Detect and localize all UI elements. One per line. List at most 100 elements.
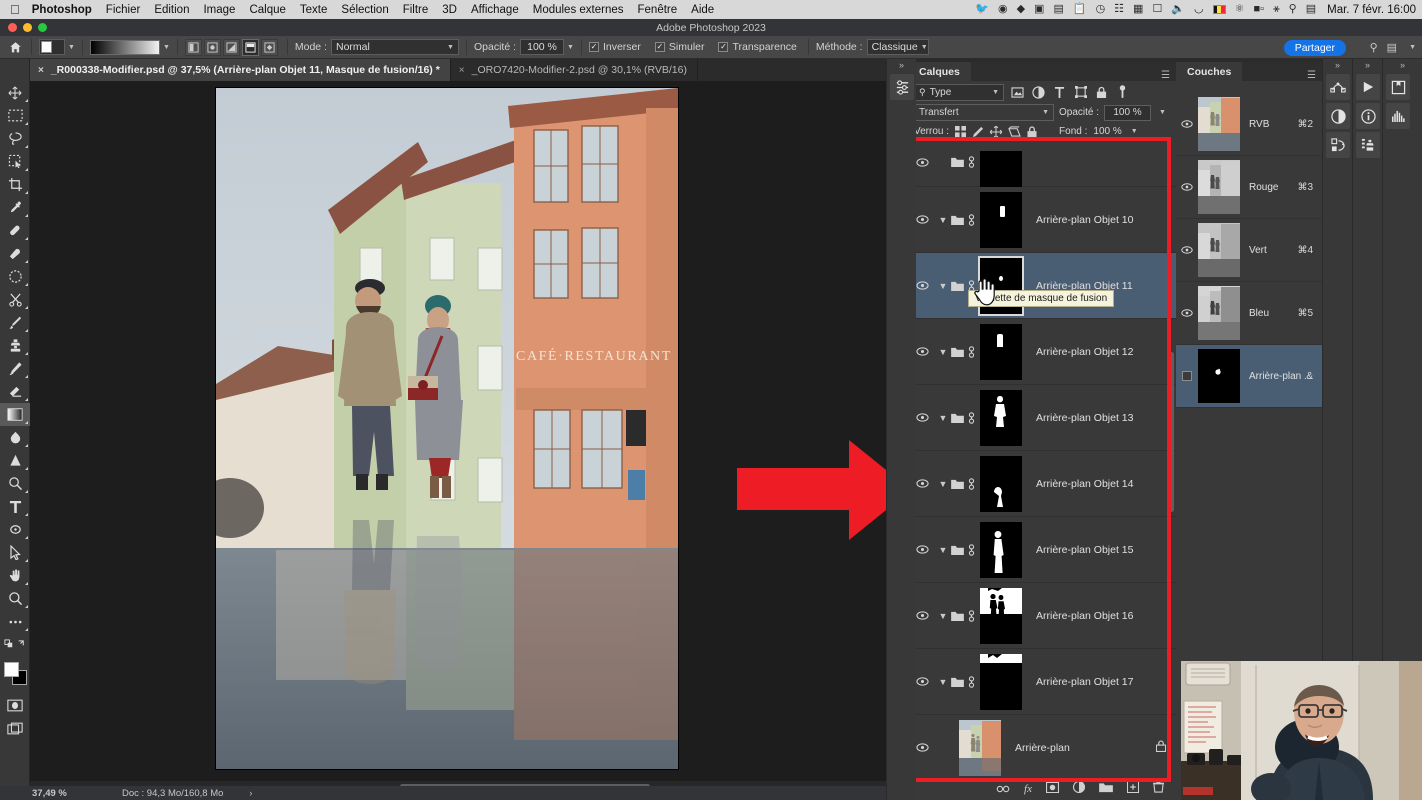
channel-thumbnail[interactable]	[1198, 286, 1240, 340]
lock-position-icon[interactable]	[990, 125, 1003, 138]
lock-icon[interactable]	[1155, 739, 1167, 757]
channel-row-rvb[interactable]: RVB ⌘2	[1176, 93, 1322, 156]
screen-mode-icon[interactable]	[0, 717, 30, 740]
chevron-down-icon[interactable]: ▼	[936, 479, 950, 489]
chevron-down-icon[interactable]: ▼	[1159, 109, 1166, 116]
maximize-window-button[interactable]	[38, 23, 47, 32]
simuler-checkbox[interactable]: ✓	[654, 42, 665, 52]
collapse-chevrons-icon[interactable]: »	[887, 59, 916, 71]
menu-modules-externes[interactable]: Modules externes	[533, 4, 624, 16]
move-tool[interactable]	[0, 81, 30, 104]
collapse-chevrons-icon[interactable]: »	[1383, 59, 1422, 71]
menu-selection[interactable]: Sélection	[341, 4, 388, 16]
inverser-checkbox[interactable]: ✓	[588, 42, 599, 52]
clone-source-tool[interactable]	[0, 265, 30, 288]
link-icon[interactable]	[965, 675, 978, 688]
layer-fill-input[interactable]: 100 %	[1093, 126, 1121, 137]
channel-row-rouge[interactable]: Rouge ⌘3	[1176, 156, 1322, 219]
layer-mask-thumbnail[interactable]	[980, 151, 1022, 187]
table-row-selected[interactable]: ▼ Arrière-plan Objet 11	[908, 253, 1176, 319]
belgium-flag-icon[interactable]	[1212, 5, 1226, 14]
lasso-tool[interactable]	[0, 127, 30, 150]
menubar-clock[interactable]: Mar. 7 févr. 16:00	[1327, 4, 1416, 16]
lock-transparent-pixels-icon[interactable]	[955, 126, 967, 137]
link-icon[interactable]	[965, 151, 978, 187]
filter-type-select[interactable]: ⚲ Type ▼	[914, 83, 1004, 101]
gradient-tool[interactable]	[0, 403, 30, 426]
menu-calque[interactable]: Calque	[249, 4, 285, 16]
close-icon[interactable]: ×	[38, 65, 44, 76]
menu-fichier[interactable]: Fichier	[106, 4, 141, 16]
layer-name[interactable]: Arrière-plan Objet 16	[1036, 610, 1133, 622]
chevron-down-icon[interactable]: ▼	[936, 545, 950, 555]
bluetooth-icon[interactable]: ⚛	[1235, 4, 1245, 15]
table-row[interactable]: ▼ Arrière-plan Objet 13	[908, 385, 1176, 451]
eraser-tool[interactable]	[0, 380, 30, 403]
home-icon[interactable]	[6, 38, 24, 56]
libraries-icon[interactable]	[1386, 74, 1410, 100]
table-row[interactable]: ▼ Arrière-plan Objet 15	[908, 517, 1176, 583]
path-selection-tool[interactable]	[0, 518, 30, 541]
close-window-button[interactable]	[8, 23, 17, 32]
table-row[interactable]	[908, 151, 1176, 187]
linear-gradient-button[interactable]	[184, 38, 202, 56]
display-icon[interactable]: ☐	[1152, 4, 1162, 15]
brush-tool[interactable]	[0, 311, 30, 334]
new-layer-button[interactable]	[1126, 780, 1140, 798]
rectangular-marquee-tool[interactable]	[0, 104, 30, 127]
zoom-tool[interactable]	[0, 587, 30, 610]
spot-healing-brush-tool[interactable]	[0, 219, 30, 242]
tab-couches[interactable]: Couches	[1176, 62, 1243, 81]
channel-thumbnail[interactable]	[1198, 160, 1240, 214]
channel-row-bleu[interactable]: Bleu ⌘5	[1176, 282, 1322, 345]
radial-gradient-button[interactable]	[203, 38, 221, 56]
channel-visibility-icon[interactable]	[1176, 183, 1198, 191]
layer-name[interactable]: Arrière-plan Objet 10	[1036, 214, 1133, 226]
clock-icon[interactable]: ◷	[1096, 4, 1106, 15]
filter-type-icon[interactable]	[1052, 84, 1067, 100]
stats-icon[interactable]: ▦	[1133, 4, 1143, 15]
patch-tool[interactable]	[0, 242, 30, 265]
quick-mask-icon[interactable]	[0, 694, 30, 717]
dodge-tool[interactable]	[0, 449, 30, 472]
menu-fenetre[interactable]: Fenêtre	[638, 4, 678, 16]
play-icon[interactable]	[1356, 74, 1380, 100]
layers-list[interactable]: ▼ Arrière-plan Objet 10 ▼ Arrière-plan O…	[908, 151, 1176, 800]
layer-name[interactable]: Arrière-plan Objet 15	[1036, 544, 1133, 556]
eyedropper-tool[interactable]	[0, 196, 30, 219]
adjustment-layer-button[interactable]	[1072, 780, 1086, 798]
paths-icon[interactable]	[1326, 74, 1350, 100]
filter-adjustment-icon[interactable]	[1031, 84, 1046, 100]
menu-affichage[interactable]: Affichage	[471, 4, 519, 16]
search-icon[interactable]: ⚲	[1370, 41, 1378, 54]
collapse-chevrons-icon[interactable]: »	[1323, 59, 1352, 71]
document-canvas[interactable]: CAFÉ·RESTAURANT	[216, 88, 678, 769]
creative-cloud-icon[interactable]: ◉	[998, 4, 1008, 15]
more-tools[interactable]	[0, 610, 30, 633]
layer-name[interactable]: Arrière-plan Objet 13	[1036, 412, 1133, 424]
table-row[interactable]: ▼ Arrière-plan Objet 17	[908, 649, 1176, 715]
adjustments-icon[interactable]	[1326, 103, 1350, 129]
status-expand-icon[interactable]: ›	[249, 788, 252, 798]
menu-image[interactable]: Image	[203, 4, 235, 16]
layer-name[interactable]: Arrière-plan	[1015, 742, 1070, 754]
channel-visibility-icon[interactable]	[1176, 309, 1198, 317]
menu-photoshop[interactable]: Photoshop	[32, 4, 92, 16]
chevron-down-icon[interactable]: ▼	[1131, 128, 1138, 135]
chevron-down-icon[interactable]: ▼	[936, 215, 950, 225]
channel-thumbnail[interactable]	[1198, 97, 1240, 151]
filter-pixel-icon[interactable]	[1010, 84, 1025, 100]
link-icon[interactable]	[965, 213, 978, 226]
link-icon[interactable]	[965, 345, 978, 358]
table-row[interactable]: Arrière-plan	[908, 715, 1176, 781]
link-icon[interactable]	[965, 543, 978, 556]
clone-stamp-tool[interactable]	[0, 334, 30, 357]
chevron-down-icon[interactable]: ▼	[936, 347, 950, 357]
panel-menu-icon[interactable]: ☰	[1307, 70, 1316, 81]
link-icon[interactable]	[965, 609, 978, 622]
control-center-icon[interactable]: ▤	[1306, 4, 1316, 15]
add-mask-button[interactable]	[1045, 780, 1060, 798]
pen-tool[interactable]	[0, 472, 30, 495]
chevron-down-icon[interactable]: ▼	[68, 44, 75, 51]
table-row[interactable]: ▼ Arrière-plan Objet 14	[908, 451, 1176, 517]
